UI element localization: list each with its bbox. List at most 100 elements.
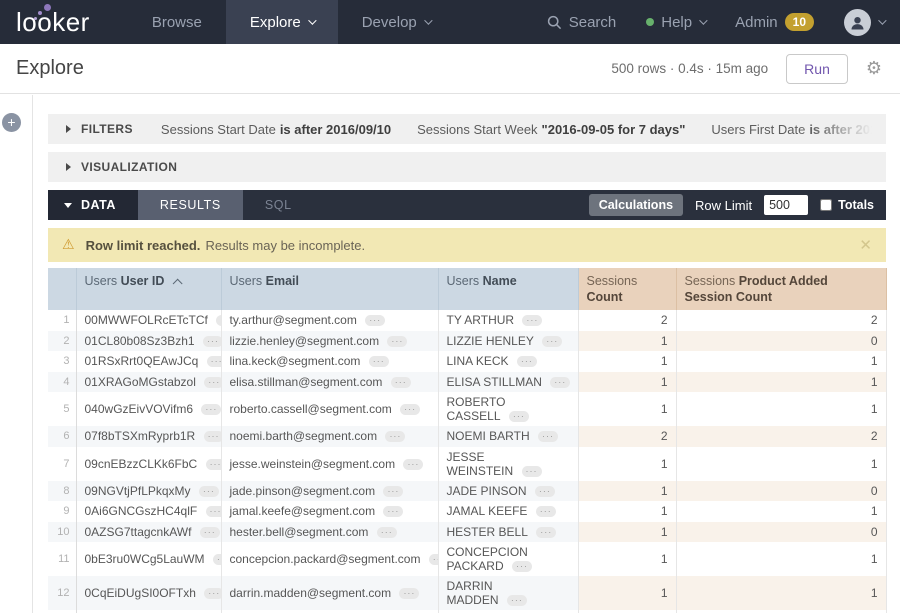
cell-menu-icon[interactable]: ··· [535,486,555,497]
cell-product-added-session-count[interactable]: 1 [676,576,886,610]
cell-user-id[interactable]: 0Ai6GNCGszHC4qlF ··· [76,501,221,522]
cell-email[interactable]: concepcion.packard@segment.com ··· [221,542,438,576]
nav-admin[interactable]: Admin 10 [735,13,814,31]
cell-user-id[interactable]: 09cnEBzzCLKk6FbC ··· [76,447,221,481]
cell-menu-icon[interactable]: ··· [429,554,438,565]
cell-email[interactable]: ty.arthur@segment.com ··· [221,310,438,331]
cell-name[interactable]: ELISA STILLMAN ··· [438,372,578,393]
cell-name[interactable]: TY ARTHUR ··· [438,310,578,331]
add-field-button[interactable]: + [2,113,21,132]
tab-sql[interactable]: SQL [243,190,314,220]
cell-sessions-count[interactable]: 2 [578,426,676,447]
cell-sessions-count[interactable]: 1 [578,481,676,502]
cell-sessions-count[interactable]: 1 [578,542,676,576]
cell-name[interactable]: ROBERTO CASSELL ··· [438,392,578,426]
filter-item[interactable]: Sessions Start Dateis after 2016/09/10 [161,122,391,137]
column-header-sessions-count[interactable]: Sessions Count [578,268,676,310]
cell-user-id[interactable]: 00MWWFOLRcETcTCf ··· [76,310,221,331]
cell-menu-icon[interactable]: ··· [207,356,221,367]
nav-help[interactable]: Help [646,14,705,31]
column-header-user-id[interactable]: Users User ID [76,268,221,310]
cell-name[interactable]: JADE PINSON ··· [438,481,578,502]
column-header-email[interactable]: Users Email [221,268,438,310]
cell-menu-icon[interactable]: ··· [383,486,403,497]
cell-menu-icon[interactable]: ··· [512,561,532,572]
cell-menu-icon[interactable]: ··· [517,356,537,367]
cell-menu-icon[interactable]: ··· [204,377,221,388]
cell-user-id[interactable]: 0bE3ru0WCg5LauWM ··· [76,542,221,576]
cell-menu-icon[interactable]: ··· [369,356,389,367]
cell-email[interactable]: jade.pinson@segment.com ··· [221,481,438,502]
cell-menu-icon[interactable]: ··· [206,506,221,517]
cell-menu-icon[interactable]: ··· [391,377,411,388]
cell-name[interactable]: NOEMI BARTH ··· [438,426,578,447]
cell-sessions-count[interactable]: 1 [578,522,676,543]
cell-menu-icon[interactable]: ··· [203,336,221,347]
cell-name[interactable]: HESTER BELL ··· [438,522,578,543]
cell-name[interactable]: CONCEPCION PACKARD ··· [438,542,578,576]
close-icon[interactable]: ✕ [859,236,886,254]
column-header-product-added-session-count[interactable]: Sessions Product Added Session Count [676,268,886,310]
cell-email[interactable]: jesse.weinstein@segment.com ··· [221,447,438,481]
cell-menu-icon[interactable]: ··· [204,431,221,442]
visualization-bar[interactable]: VISUALIZATION [48,152,886,182]
gear-icon[interactable]: ⚙ [866,58,882,79]
cell-product-added-session-count[interactable]: 2 [676,310,886,331]
cell-email[interactable]: elisa.stillman@segment.com ··· [221,372,438,393]
cell-product-added-session-count[interactable]: 0 [676,481,886,502]
cell-user-id[interactable]: 01CL80b08Sz3Bzh1 ··· [76,331,221,352]
cell-email[interactable]: jamal.keefe@segment.com ··· [221,501,438,522]
nav-search[interactable]: Search [547,14,617,31]
cell-name[interactable]: JESSE WEINSTEIN ··· [438,447,578,481]
cell-email[interactable]: roberto.cassell@segment.com ··· [221,392,438,426]
cell-product-added-session-count[interactable]: 1 [676,542,886,576]
cell-user-id[interactable]: 07f8bTSXmRyprb1R ··· [76,426,221,447]
cell-email[interactable]: lizzie.henley@segment.com ··· [221,331,438,352]
cell-name[interactable]: LIZZIE HENLEY ··· [438,331,578,352]
nav-item-explore[interactable]: Explore [226,0,338,44]
cell-user-id[interactable]: 01XRAGoMGstabzol ··· [76,372,221,393]
cell-product-added-session-count[interactable]: 1 [676,501,886,522]
cell-product-added-session-count[interactable]: 1 [676,447,886,481]
cell-product-added-session-count[interactable]: 1 [676,372,886,393]
cell-menu-icon[interactable]: ··· [536,527,556,538]
cell-email[interactable]: noemi.barth@segment.com ··· [221,426,438,447]
cell-menu-icon[interactable]: ··· [383,506,403,517]
cell-menu-icon[interactable]: ··· [522,466,542,477]
cell-user-id[interactable]: 01RSxRrt0QEAwJCq ··· [76,351,221,372]
cell-sessions-count[interactable]: 2 [578,310,676,331]
cell-menu-icon[interactable]: ··· [387,336,407,347]
cell-menu-icon[interactable]: ··· [522,315,542,326]
filters-bar[interactable]: FILTERS Sessions Start Dateis after 2016… [48,114,886,144]
cell-menu-icon[interactable]: ··· [536,506,556,517]
cell-menu-icon[interactable]: ··· [550,377,570,388]
cell-menu-icon[interactable]: ··· [206,459,221,470]
nav-account[interactable] [844,9,884,36]
nav-item-develop[interactable]: Develop [338,0,454,44]
cell-name[interactable]: JAMAL KEEFE ··· [438,501,578,522]
cell-email[interactable]: darrin.madden@segment.com ··· [221,576,438,610]
cell-menu-icon[interactable]: ··· [204,588,221,599]
cell-product-added-session-count[interactable]: 2 [676,426,886,447]
cell-menu-icon[interactable]: ··· [200,527,220,538]
cell-user-id[interactable]: 040wGzEivVOVifm6 ··· [76,392,221,426]
totals-checkbox[interactable] [820,199,832,211]
nav-item-browse[interactable]: Browse [128,0,226,44]
cell-sessions-count[interactable]: 1 [578,372,676,393]
cell-menu-icon[interactable]: ··· [399,588,419,599]
cell-user-id[interactable]: 0AZSG7ttagcnkAWf ··· [76,522,221,543]
cell-menu-icon[interactable]: ··· [507,595,527,606]
cell-menu-icon[interactable]: ··· [365,315,385,326]
tab-results[interactable]: RESULTS [138,190,243,220]
cell-menu-icon[interactable]: ··· [377,527,397,538]
column-header-name[interactable]: Users Name [438,268,578,310]
cell-user-id[interactable]: 09NGVtjPfLPkqxMy ··· [76,481,221,502]
cell-menu-icon[interactable]: ··· [538,431,558,442]
cell-menu-icon[interactable]: ··· [509,411,529,422]
cell-sessions-count[interactable]: 1 [578,392,676,426]
looker-logo-icon[interactable]: looker [0,0,128,44]
cell-menu-icon[interactable]: ··· [542,336,562,347]
calculations-button[interactable]: Calculations [589,194,683,216]
cell-product-added-session-count[interactable]: 0 [676,522,886,543]
cell-name[interactable]: DARRIN MADDEN ··· [438,576,578,610]
